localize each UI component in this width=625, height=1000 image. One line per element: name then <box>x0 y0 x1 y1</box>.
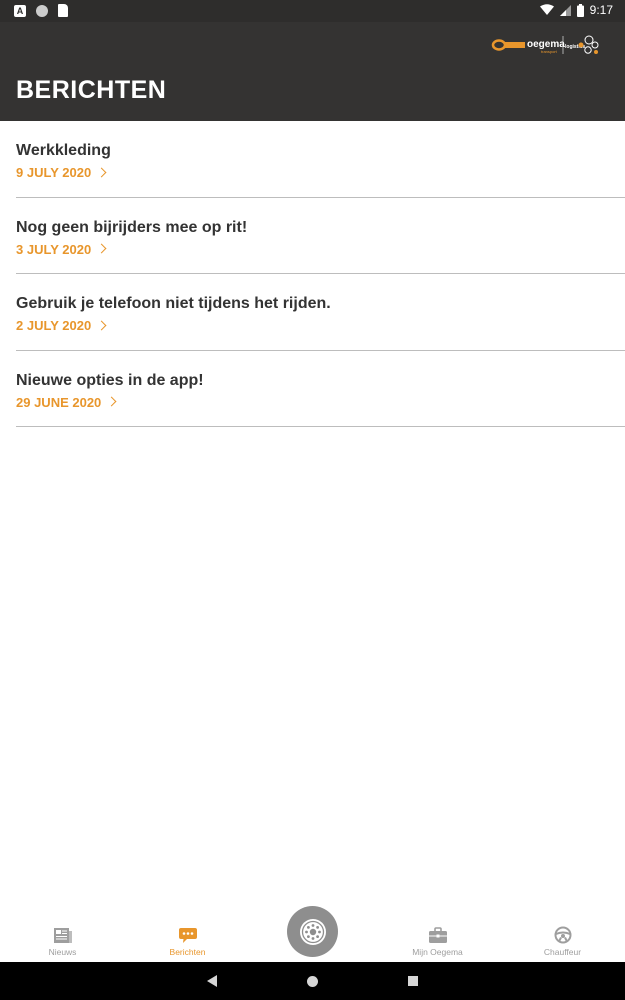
message-date-row: 29 JUNE 2020 <box>16 394 117 410</box>
message-date-row: 3 JULY 2020 <box>16 241 107 257</box>
home-icon[interactable] <box>307 976 318 987</box>
recent-apps-icon[interactable] <box>408 976 418 986</box>
clock: 9:17 <box>589 3 613 17</box>
chevron-right-icon <box>96 243 107 254</box>
wheel-icon <box>299 918 326 945</box>
signal-icon <box>559 4 571 16</box>
tab-nieuws[interactable]: Nieuws <box>0 912 125 962</box>
oegema-logo: oegema transport logistics <box>491 35 599 54</box>
message-date: 29 JUNE 2020 <box>16 394 102 410</box>
status-bar: A 9:17 <box>0 0 625 22</box>
message-title: Nog geen bijrijders mee op rit! <box>16 218 248 236</box>
tab-label: Berichten <box>169 947 206 957</box>
notification-a-icon: A <box>14 4 26 17</box>
message-date: 3 JULY 2020 <box>16 241 92 257</box>
message-date: 9 JULY 2020 <box>16 165 92 180</box>
tab-chauffeur[interactable]: Chauffeur <box>500 912 625 962</box>
message-title: Werkkleding <box>16 142 111 159</box>
message-item[interactable]: Werkkleding 9 JULY 2020 <box>16 121 625 198</box>
briefcase-icon <box>428 926 447 943</box>
chevron-right-icon <box>106 396 117 407</box>
sd-card-icon <box>58 4 68 17</box>
message-title: Nieuwe opties in de app! <box>16 371 204 389</box>
page-title: BERICHTEN <box>16 76 167 104</box>
app-header: oegema transport logistics BERICHTEN <box>0 22 625 121</box>
message-item[interactable]: Nieuwe opties in de app! 29 JUNE 2020 <box>16 351 625 427</box>
tab-mijn-oegema[interactable]: Mijn Oegema <box>375 912 500 962</box>
system-navigation-bar <box>0 962 625 1000</box>
notification-circle-icon <box>36 4 48 17</box>
chevron-right-icon <box>96 167 107 177</box>
tab-label: Mijn Oegema <box>412 947 463 957</box>
message-date: 2 JULY 2020 <box>16 318 92 333</box>
message-list: Werkkleding 9 JULY 2020 Nog geen bijrijd… <box>16 121 625 427</box>
chevron-right-icon <box>96 320 107 330</box>
steering-wheel-icon <box>554 926 571 944</box>
svg-text:transport: transport <box>541 49 558 54</box>
message-date-row: 9 JULY 2020 <box>16 165 107 180</box>
tab-label: Chauffeur <box>543 947 582 957</box>
battery-icon <box>576 3 584 17</box>
message-title: Gebruik je telefoon niet tijdens het rij… <box>16 295 331 312</box>
newspaper-icon <box>53 927 72 943</box>
message-date-row: 2 JULY 2020 <box>16 318 107 333</box>
tab-label: Nieuws <box>48 947 77 957</box>
tab-berichten[interactable]: Berichten <box>125 912 250 962</box>
message-item[interactable]: Gebruik je telefoon niet tijdens het rij… <box>16 274 625 351</box>
message-item[interactable]: Nog geen bijrijders mee op rit! 3 JULY 2… <box>16 198 625 274</box>
back-icon[interactable] <box>207 975 217 987</box>
chat-icon <box>178 927 197 943</box>
wifi-icon <box>539 4 554 15</box>
center-wheel-button[interactable] <box>287 906 338 957</box>
